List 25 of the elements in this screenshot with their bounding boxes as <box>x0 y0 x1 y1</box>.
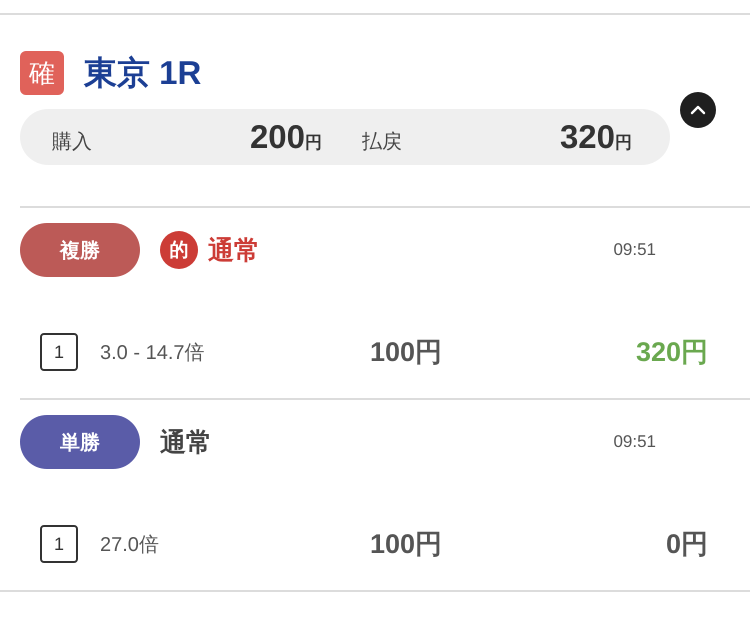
payout-amount: 0円 <box>666 528 708 561</box>
status-badge: 確 <box>20 51 64 95</box>
stake-amount: 100円 <box>370 336 444 369</box>
bet-mode: 通常 <box>208 234 260 266</box>
purchase-label: 購入 <box>52 130 92 155</box>
bet-type-badge: 単勝 <box>20 415 140 469</box>
collapse-button[interactable] <box>680 92 716 128</box>
chevron-up-icon <box>690 105 706 115</box>
stake-amount: 100円 <box>370 528 444 561</box>
horse-number: 1 <box>40 525 78 563</box>
purchase-amount: 200 <box>250 118 305 156</box>
hit-badge: 的 <box>160 231 198 269</box>
yen-unit: 円 <box>615 132 632 154</box>
odds-text: 27.0倍 <box>100 532 160 558</box>
payout-amount: 320円 <box>636 336 708 369</box>
payout-label: 払戻 <box>362 130 402 155</box>
horse-number: 1 <box>40 333 78 371</box>
race-title: 東京 1R <box>84 52 202 92</box>
payout-total: 320 <box>560 118 615 156</box>
bet-time: 09:51 <box>613 432 656 452</box>
odds-text: 3.0 - 14.7倍 <box>100 340 206 366</box>
bet-mode: 通常 <box>160 426 212 458</box>
bet-type-badge: 複勝 <box>20 223 140 277</box>
bet-time: 09:51 <box>613 240 656 260</box>
yen-unit: 円 <box>305 132 322 154</box>
